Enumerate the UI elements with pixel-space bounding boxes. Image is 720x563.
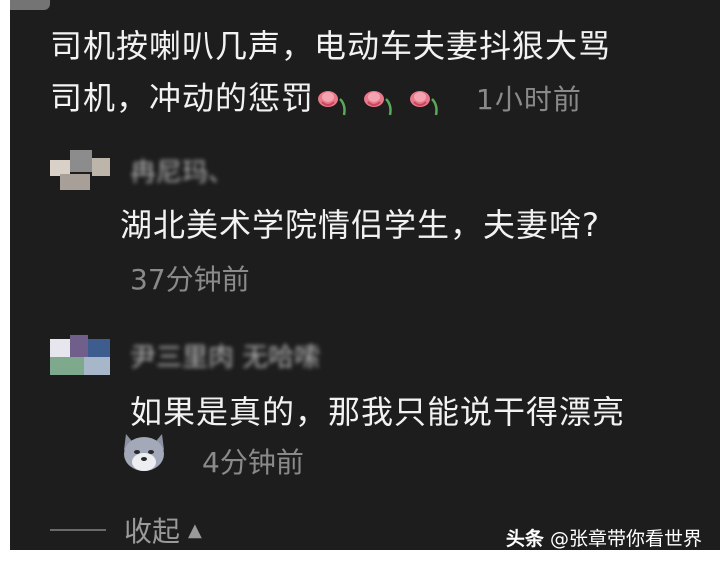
wilted-rose-icon bbox=[410, 91, 438, 116]
reply-text: 如果是真的，那我只能说干得漂亮 bbox=[130, 393, 626, 431]
emoji-group bbox=[318, 74, 456, 126]
comment-line-2: 司机，冲动的惩罚 bbox=[50, 79, 315, 117]
collapse-replies-button[interactable]: 收起 ▲ bbox=[50, 510, 202, 550]
username[interactable]: 冉尼玛、 bbox=[130, 152, 234, 189]
watermark: 头条 @张章带你看世界 bbox=[506, 524, 702, 550]
wilted-rose-icon bbox=[364, 91, 392, 116]
chevron-up-icon: ▲ bbox=[188, 519, 202, 541]
reply-text: 湖北美术学院情侣学生，夫妻啥? bbox=[120, 206, 600, 244]
comment-line-2-row: 司机，冲动的惩罚 1小时前 bbox=[50, 72, 710, 126]
comment-panel: 司机按喇叭几声，电动车夫妻抖狠大骂 司机，冲动的惩罚 1小时前 冉尼玛、 湖北美术… bbox=[10, 0, 720, 550]
reply-2: 尹三里肉 无哈嗦 如果是真的，那我只能说干得漂亮 4分钟前 bbox=[50, 335, 710, 505]
wolf-face-icon bbox=[124, 434, 164, 471]
username[interactable]: 尹三里肉 无哈嗦 bbox=[130, 337, 320, 374]
reply-timestamp: 37分钟前 bbox=[130, 263, 250, 296]
reply-1: 冉尼玛、 湖北美术学院情侣学生，夫妻啥? 37分钟前 bbox=[50, 150, 710, 300]
main-comment: 司机按喇叭几声，电动车夫妻抖狠大骂 司机，冲动的惩罚 1小时前 bbox=[50, 20, 710, 126]
wilted-rose-icon bbox=[318, 91, 346, 116]
blurred-avatar-fragment bbox=[10, 0, 50, 10]
avatar[interactable] bbox=[50, 150, 110, 190]
watermark-brand: 头条 bbox=[505, 528, 544, 550]
reply-timestamp: 4分钟前 bbox=[202, 446, 304, 479]
comment-timestamp: 1小时前 bbox=[476, 83, 582, 116]
watermark-handle: @张章带你看世界 bbox=[549, 528, 702, 550]
collapse-label: 收起 bbox=[124, 515, 181, 548]
divider bbox=[50, 529, 106, 531]
avatar[interactable] bbox=[50, 335, 110, 375]
comment-line-1: 司机按喇叭几声，电动车夫妻抖狠大骂 bbox=[50, 27, 612, 65]
